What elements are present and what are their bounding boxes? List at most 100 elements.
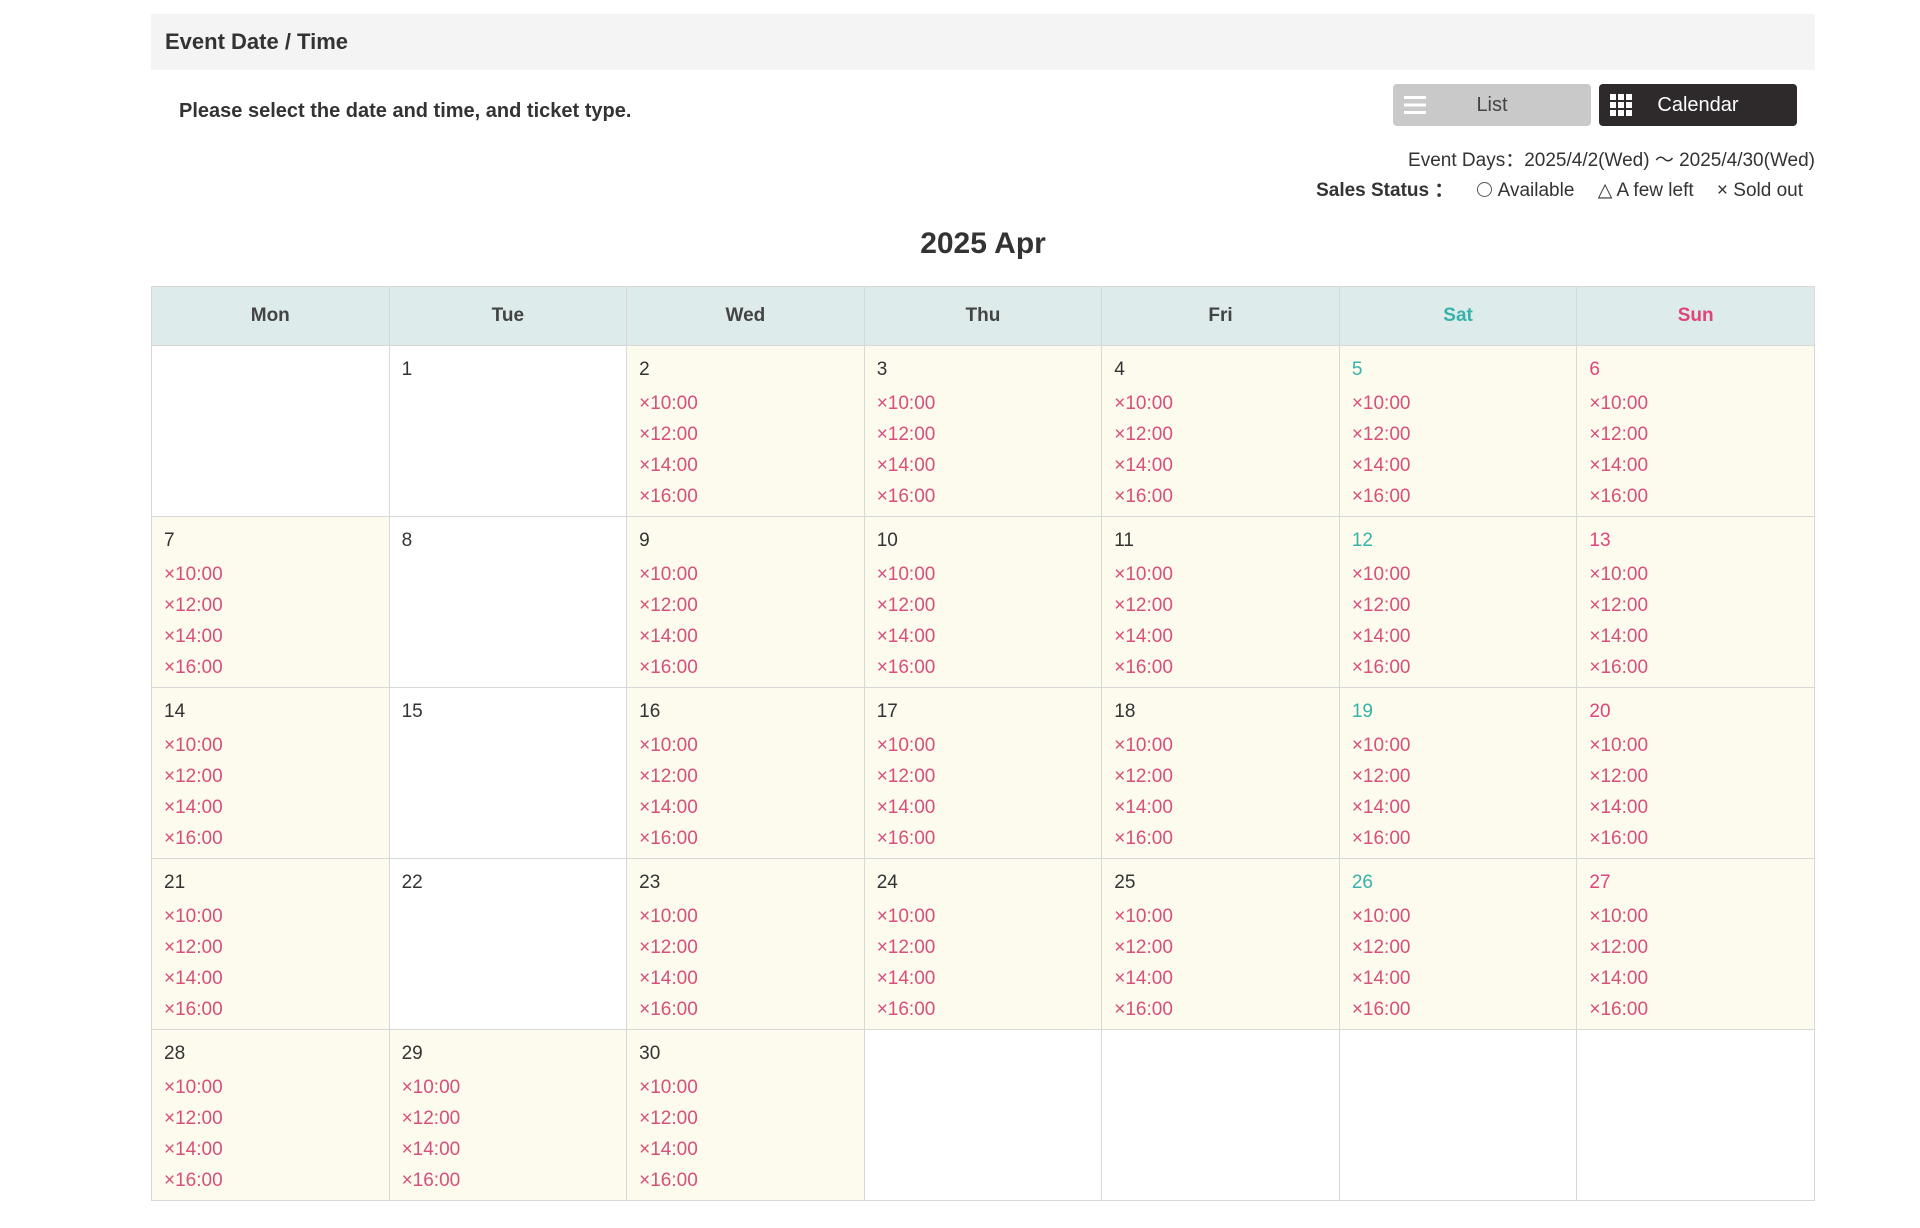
time-slot[interactable]: ×12:00 — [164, 1103, 389, 1134]
time-slot[interactable]: ×14:00 — [877, 621, 1102, 652]
time-slot[interactable]: ×14:00 — [402, 1134, 627, 1165]
time-slot[interactable]: ×14:00 — [164, 621, 389, 652]
time-slot[interactable]: ×16:00 — [164, 823, 389, 854]
time-slot[interactable]: ×10:00 — [877, 730, 1102, 761]
time-slot[interactable]: ×14:00 — [1352, 450, 1577, 481]
time-slot[interactable]: ×12:00 — [1352, 419, 1577, 450]
calendar-day-cell[interactable]: 27 ×10:00 ×12:00 ×14:00 ×16:00 — [1576, 858, 1815, 1030]
time-slot[interactable]: ×10:00 — [164, 730, 389, 761]
time-slot[interactable]: ×12:00 — [1352, 761, 1577, 792]
time-slot[interactable]: ×10:00 — [1589, 559, 1814, 590]
calendar-day-cell[interactable]: 19 ×10:00 ×12:00 ×14:00 ×16:00 — [1338, 687, 1578, 859]
time-slot[interactable]: ×14:00 — [1589, 963, 1814, 994]
time-slot[interactable]: ×10:00 — [639, 559, 864, 590]
time-slot[interactable]: ×12:00 — [639, 1103, 864, 1134]
time-slot[interactable]: ×12:00 — [877, 419, 1102, 450]
time-slot[interactable]: ×14:00 — [1352, 621, 1577, 652]
calendar-day-cell[interactable]: 4 ×10:00 ×12:00 ×14:00 ×16:00 — [1101, 345, 1340, 517]
time-slot[interactable]: ×14:00 — [1352, 792, 1577, 823]
calendar-day-cell[interactable]: 10 ×10:00 ×12:00 ×14:00 ×16:00 — [863, 516, 1103, 688]
time-slot[interactable]: ×16:00 — [877, 994, 1102, 1025]
time-slot[interactable]: ×16:00 — [639, 994, 864, 1025]
time-slot[interactable]: ×10:00 — [1589, 730, 1814, 761]
time-slot[interactable]: ×16:00 — [877, 823, 1102, 854]
time-slot[interactable]: ×14:00 — [639, 621, 864, 652]
time-slot[interactable]: ×14:00 — [639, 963, 864, 994]
calendar-day-cell[interactable]: 21 ×10:00 ×12:00 ×14:00 ×16:00 — [151, 858, 390, 1030]
time-slot[interactable]: ×16:00 — [877, 481, 1102, 512]
time-slot[interactable]: ×14:00 — [164, 792, 389, 823]
time-slot[interactable]: ×14:00 — [1114, 792, 1339, 823]
time-slot[interactable]: ×16:00 — [164, 1165, 389, 1196]
time-slot[interactable]: ×12:00 — [877, 932, 1102, 963]
time-slot[interactable]: ×10:00 — [1114, 388, 1339, 419]
time-slot[interactable]: ×14:00 — [877, 450, 1102, 481]
time-slot[interactable]: ×10:00 — [1352, 388, 1577, 419]
calendar-day-cell[interactable]: 11 ×10:00 ×12:00 ×14:00 ×16:00 — [1101, 516, 1340, 688]
time-slot[interactable]: ×16:00 — [1352, 823, 1577, 854]
time-slot[interactable]: ×10:00 — [1114, 730, 1339, 761]
time-slot[interactable]: ×16:00 — [164, 652, 389, 683]
calendar-day-cell[interactable]: 9 ×10:00 ×12:00 ×14:00 ×16:00 — [626, 516, 865, 688]
time-slot[interactable]: ×12:00 — [1589, 932, 1814, 963]
time-slot[interactable]: ×10:00 — [639, 901, 864, 932]
time-slot[interactable]: ×16:00 — [1589, 823, 1814, 854]
time-slot[interactable]: ×16:00 — [1352, 994, 1577, 1025]
calendar-day-cell[interactable]: 18 ×10:00 ×12:00 ×14:00 ×16:00 — [1101, 687, 1340, 859]
time-slot[interactable]: ×12:00 — [877, 761, 1102, 792]
time-slot[interactable]: ×10:00 — [164, 901, 389, 932]
time-slot[interactable]: ×10:00 — [1589, 388, 1814, 419]
time-slot[interactable]: ×16:00 — [1114, 994, 1339, 1025]
time-slot[interactable]: ×10:00 — [1589, 901, 1814, 932]
time-slot[interactable]: ×14:00 — [164, 1134, 389, 1165]
calendar-day-cell[interactable]: 6 ×10:00 ×12:00 ×14:00 ×16:00 — [1576, 345, 1815, 517]
time-slot[interactable]: ×16:00 — [639, 481, 864, 512]
time-slot[interactable]: ×10:00 — [1352, 730, 1577, 761]
time-slot[interactable]: ×16:00 — [1114, 652, 1339, 683]
calendar-day-cell[interactable]: 29 ×10:00 ×12:00 ×14:00 ×16:00 — [388, 1029, 628, 1201]
time-slot[interactable]: ×16:00 — [1352, 481, 1577, 512]
time-slot[interactable]: ×14:00 — [1352, 963, 1577, 994]
time-slot[interactable]: ×14:00 — [1589, 792, 1814, 823]
time-slot[interactable]: ×14:00 — [1114, 450, 1339, 481]
time-slot[interactable]: ×16:00 — [1589, 652, 1814, 683]
time-slot[interactable]: ×16:00 — [1114, 481, 1339, 512]
time-slot[interactable]: ×10:00 — [164, 1072, 389, 1103]
time-slot[interactable]: ×16:00 — [164, 994, 389, 1025]
time-slot[interactable]: ×14:00 — [639, 1134, 864, 1165]
time-slot[interactable]: ×16:00 — [877, 652, 1102, 683]
calendar-day-cell[interactable]: 26 ×10:00 ×12:00 ×14:00 ×16:00 — [1338, 858, 1578, 1030]
time-slot[interactable]: ×16:00 — [639, 823, 864, 854]
time-slot[interactable]: ×14:00 — [1589, 450, 1814, 481]
time-slot[interactable]: ×16:00 — [1589, 994, 1814, 1025]
time-slot[interactable]: ×14:00 — [639, 450, 864, 481]
time-slot[interactable]: ×16:00 — [639, 652, 864, 683]
time-slot[interactable]: ×10:00 — [1352, 901, 1577, 932]
calendar-day-cell[interactable]: 28 ×10:00 ×12:00 ×14:00 ×16:00 — [151, 1029, 390, 1201]
time-slot[interactable]: ×16:00 — [402, 1165, 627, 1196]
calendar-view-button[interactable]: Calendar — [1599, 84, 1797, 126]
time-slot[interactable]: ×12:00 — [1114, 761, 1339, 792]
time-slot[interactable]: ×16:00 — [1589, 481, 1814, 512]
time-slot[interactable]: ×12:00 — [1589, 761, 1814, 792]
time-slot[interactable]: ×10:00 — [877, 388, 1102, 419]
time-slot[interactable]: ×10:00 — [877, 901, 1102, 932]
time-slot[interactable]: ×12:00 — [1352, 932, 1577, 963]
time-slot[interactable]: ×12:00 — [639, 419, 864, 450]
list-view-button[interactable]: List — [1393, 84, 1591, 126]
time-slot[interactable]: ×10:00 — [1352, 559, 1577, 590]
time-slot[interactable]: ×12:00 — [1589, 419, 1814, 450]
time-slot[interactable]: ×12:00 — [1114, 590, 1339, 621]
time-slot[interactable]: ×12:00 — [639, 590, 864, 621]
time-slot[interactable]: ×14:00 — [1114, 963, 1339, 994]
time-slot[interactable]: ×12:00 — [1114, 932, 1339, 963]
time-slot[interactable]: ×10:00 — [639, 388, 864, 419]
time-slot[interactable]: ×12:00 — [164, 590, 389, 621]
calendar-day-cell[interactable]: 2 ×10:00 ×12:00 ×14:00 ×16:00 — [626, 345, 865, 517]
time-slot[interactable]: ×10:00 — [1114, 901, 1339, 932]
calendar-day-cell[interactable]: 30 ×10:00 ×12:00 ×14:00 ×16:00 — [626, 1029, 865, 1201]
time-slot[interactable]: ×14:00 — [639, 792, 864, 823]
calendar-day-cell[interactable]: 14 ×10:00 ×12:00 ×14:00 ×16:00 — [151, 687, 390, 859]
time-slot[interactable]: ×12:00 — [164, 761, 389, 792]
calendar-day-cell[interactable]: 12 ×10:00 ×12:00 ×14:00 ×16:00 — [1338, 516, 1578, 688]
